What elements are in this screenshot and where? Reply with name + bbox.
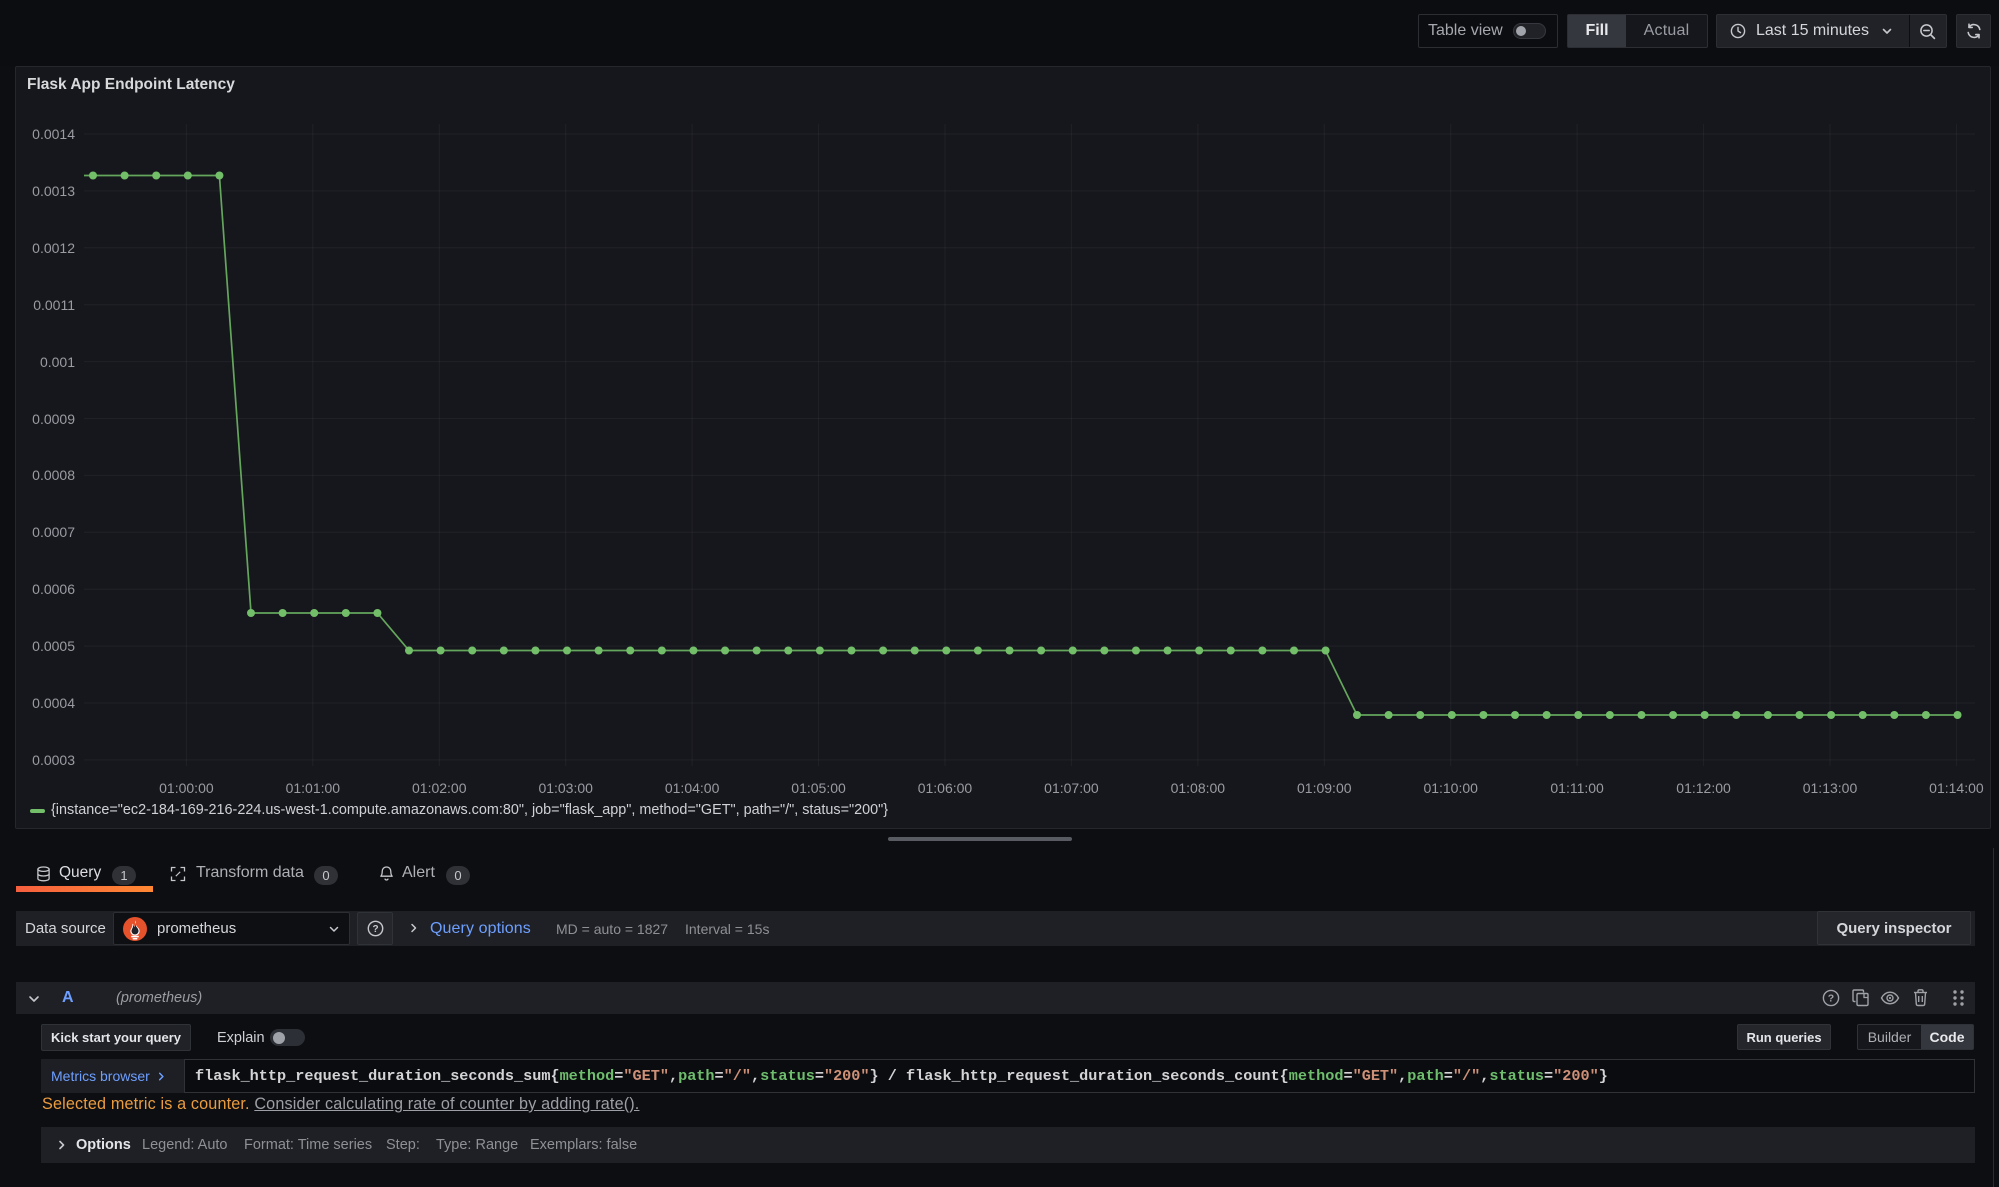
svg-text:?: ? bbox=[372, 924, 378, 935]
svg-text:?: ? bbox=[1828, 993, 1834, 1005]
